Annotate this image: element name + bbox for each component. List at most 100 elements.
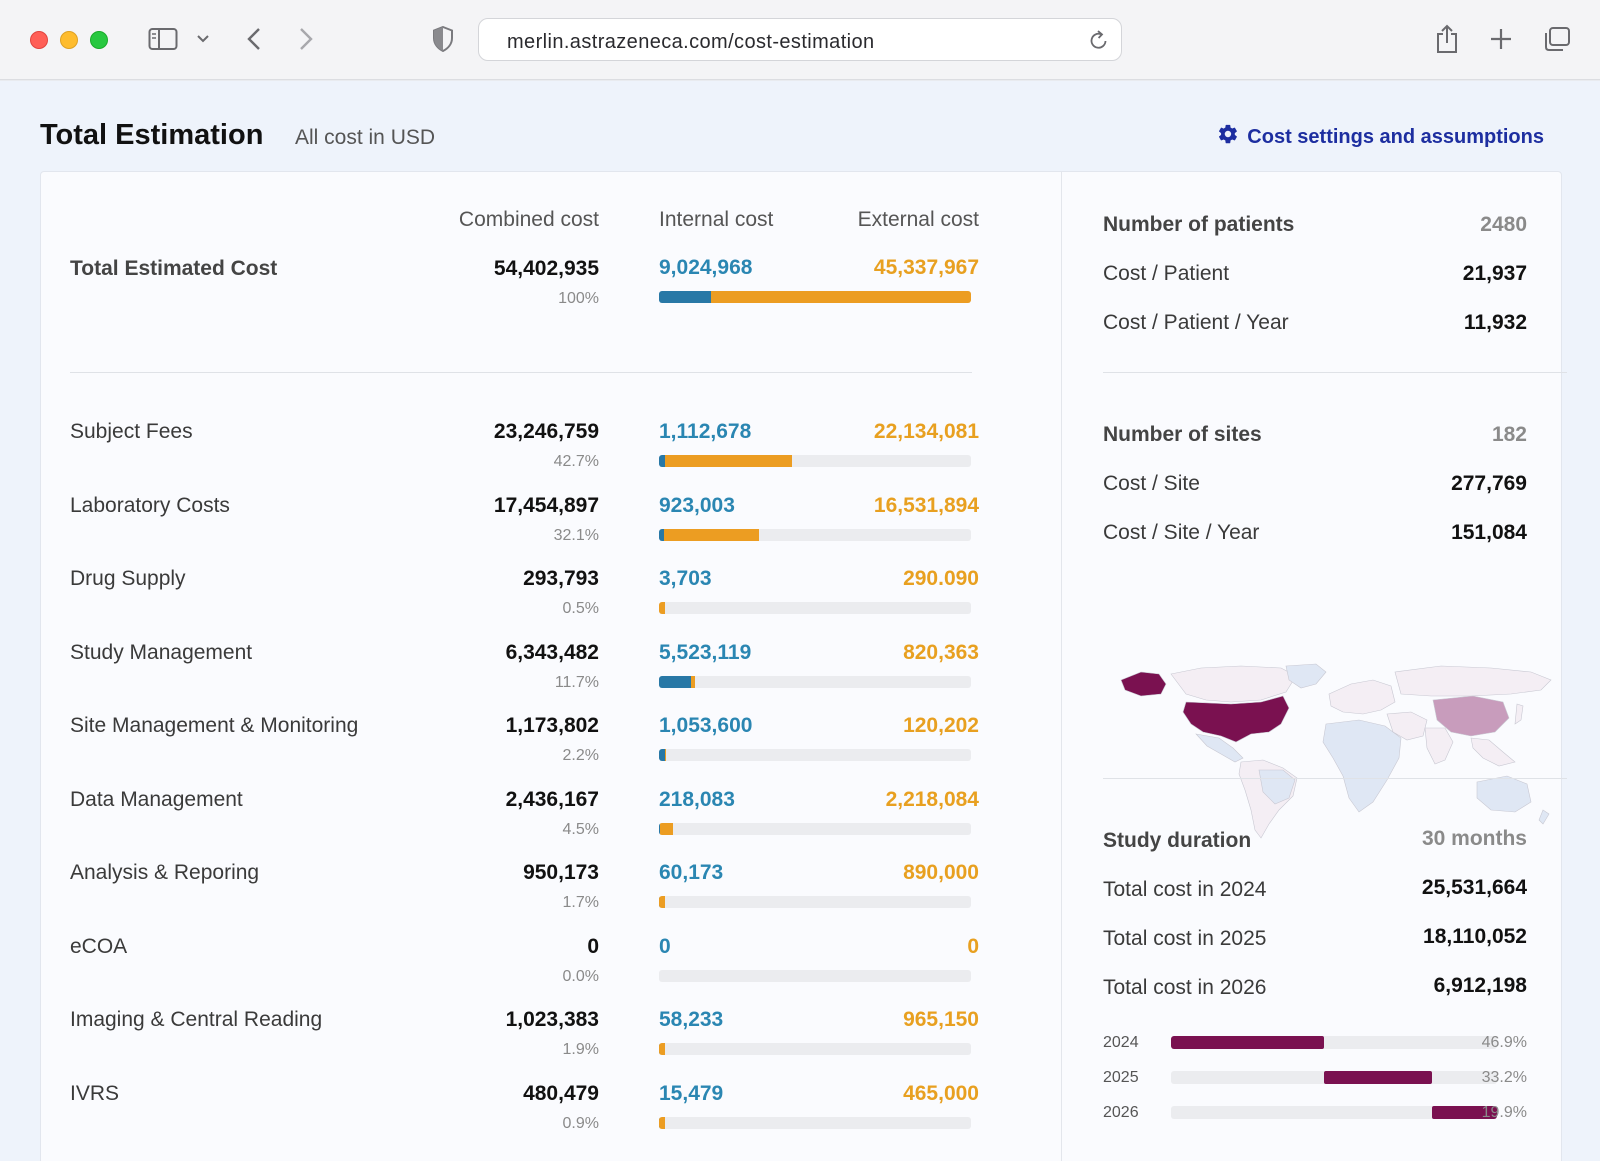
map-new-zealand	[1538, 809, 1550, 825]
cost-per-patient-label: Cost / Patient	[1103, 262, 1230, 285]
sidebar-icon[interactable]	[146, 24, 180, 54]
cost-per-patient-year-value: 11,932	[1463, 311, 1527, 334]
back-icon[interactable]	[244, 24, 264, 54]
patients-value: 2480	[1480, 213, 1527, 236]
cost-row-bar	[659, 1117, 971, 1129]
tabs-icon[interactable]	[1542, 24, 1572, 54]
cost-row-external: 22,134,081	[873, 420, 979, 443]
forward-icon[interactable]	[296, 24, 316, 54]
map-se-asia	[1470, 737, 1516, 767]
year-bar-pct: 33.2%	[1481, 1069, 1527, 1086]
page-subtitle: All cost in USD	[295, 126, 436, 149]
map-russia	[1394, 665, 1552, 697]
cost-row-combined: 0	[587, 935, 599, 958]
year-cost-label: Total cost in 2024	[1103, 878, 1267, 901]
cost-row-combined: 17,454,897	[493, 494, 599, 517]
cost-row-bar	[659, 1043, 971, 1055]
cost-row-combined: 23,246,759	[493, 420, 599, 443]
chevron-down-icon[interactable]	[194, 24, 212, 54]
cost-row-external: 0	[967, 935, 979, 958]
close-window-button[interactable]	[30, 31, 48, 49]
share-icon[interactable]	[1434, 24, 1460, 54]
cost-row-pct: 1.9%	[562, 1041, 599, 1058]
year-cost-label: Total cost in 2026	[1103, 976, 1267, 999]
cost-row-label: Imaging & Central Reading	[70, 1008, 323, 1031]
header-internal-cost: Internal cost	[659, 208, 774, 231]
cost-row-bar	[659, 602, 971, 614]
cost-per-site-year-label: Cost / Site / Year	[1103, 521, 1260, 544]
patients-label: Number of patients	[1103, 213, 1295, 236]
external-bar	[690, 676, 696, 688]
address-bar[interactable]: merlin.astrazeneca.com/cost-estimation	[478, 18, 1122, 61]
cost-row-bar	[659, 970, 971, 982]
cost-row-bar	[659, 676, 971, 688]
external-bar	[660, 823, 674, 835]
cost-row-combined: 293,793	[523, 567, 599, 590]
year-cost-label: Total cost in 2025	[1103, 927, 1267, 950]
cost-row-bar	[659, 896, 971, 908]
page-content: Total Estimation All cost in USD Cost se…	[0, 81, 1600, 1161]
internal-bar	[659, 291, 711, 303]
external-bar	[664, 529, 760, 541]
year-cost-value: 25,531,664	[1421, 876, 1527, 899]
cost-row-pct: 2.2%	[562, 747, 599, 764]
year-bar-fill	[1323, 1071, 1433, 1084]
plus-icon[interactable]	[1488, 24, 1514, 54]
header-external-cost: External cost	[857, 208, 979, 231]
cost-settings-label: Cost settings and assumptions	[1247, 125, 1544, 148]
year-bar-pct: 46.9%	[1481, 1034, 1527, 1051]
cost-row-combined: 2,436,167	[505, 788, 599, 811]
cost-row-combined: 6,343,482	[505, 641, 599, 664]
reload-icon[interactable]	[1089, 29, 1109, 56]
duration-label: Study duration	[1103, 829, 1252, 852]
external-bar	[710, 291, 971, 303]
cost-row-internal: 218,083	[659, 788, 735, 811]
map-japan	[1514, 703, 1524, 725]
cost-row-bar	[659, 455, 971, 467]
total-label: Total Estimated Cost	[70, 257, 278, 280]
right-divider	[1103, 778, 1567, 779]
cost-row-internal: 1,112,678	[659, 420, 752, 443]
cost-row-pct: 0.0%	[562, 968, 599, 985]
total-pct: 100%	[558, 290, 599, 307]
cost-row-external: 890,000	[903, 861, 979, 884]
cost-row-label: eCOA	[70, 935, 128, 958]
cost-row-external: 2,218,084	[885, 788, 979, 811]
external-bar	[659, 602, 665, 614]
cost-row-internal: 60,173	[659, 861, 724, 884]
year-bar-label: 2024	[1103, 1034, 1139, 1051]
cost-settings-link[interactable]: Cost settings and assumptions	[1217, 123, 1544, 151]
cost-row-bar	[659, 749, 971, 761]
cost-row-combined: 1,173,802	[505, 714, 599, 737]
cost-row-external: 820,363	[903, 641, 979, 664]
right-divider	[1103, 372, 1567, 373]
year-bar	[1171, 1071, 1497, 1084]
year-bar-fill	[1171, 1036, 1324, 1049]
map-australia	[1476, 775, 1532, 813]
cost-row-external: 16,531,894	[873, 494, 979, 517]
cost-per-site-year-value: 151,084	[1451, 521, 1527, 544]
cost-row-pct: 42.7%	[553, 453, 599, 470]
cost-row-combined: 480,479	[523, 1082, 599, 1105]
world-map[interactable]	[1111, 662, 1561, 842]
sites-value: 182	[1491, 423, 1527, 446]
external-bar	[665, 749, 666, 761]
cost-row-label: Subject Fees	[70, 420, 193, 443]
page-title: Total Estimation	[40, 119, 264, 151]
external-bar	[659, 896, 665, 908]
year-bar	[1171, 1106, 1497, 1119]
sites-label: Number of sites	[1103, 423, 1262, 446]
cost-row-combined: 1,023,383	[505, 1008, 599, 1031]
minimize-window-button[interactable]	[60, 31, 78, 49]
cost-per-site-label: Cost / Site	[1103, 472, 1200, 495]
maximize-window-button[interactable]	[90, 31, 108, 49]
cost-row-pct: 11.7%	[554, 674, 599, 691]
shield-icon[interactable]	[430, 24, 456, 54]
panel-divider	[1061, 172, 1062, 1161]
browser-toolbar: merlin.astrazeneca.com/cost-estimation	[0, 0, 1600, 80]
external-bar	[665, 455, 793, 467]
external-bar	[659, 1043, 665, 1055]
cost-row-external: 465,000	[903, 1082, 979, 1105]
section-divider	[70, 372, 972, 373]
year-cost-value: 18,110,052	[1423, 925, 1527, 948]
